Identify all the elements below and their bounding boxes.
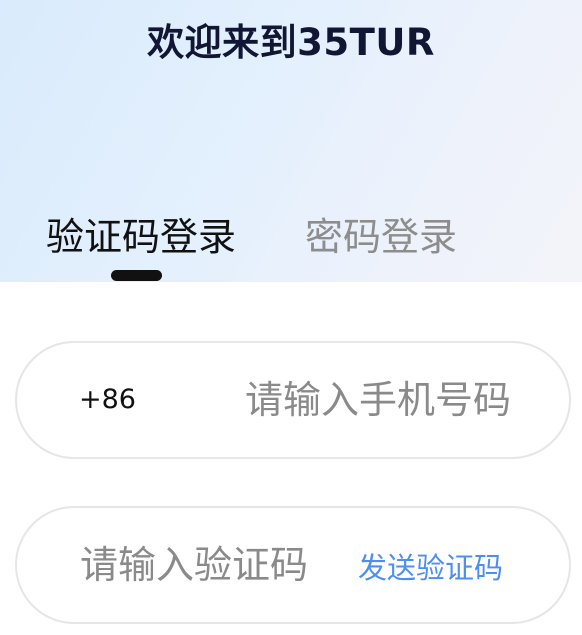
tab-sms-login[interactable]: 验证码登录	[46, 213, 236, 261]
active-tab-indicator	[111, 270, 162, 281]
phone-input[interactable]	[245, 371, 509, 429]
send-code-button[interactable]: 发送验证码	[358, 550, 503, 586]
login-page: 欢迎来到35TUR 验证码登录 密码登录 +86 发送验证码	[0, 0, 582, 635]
hero-banner: 欢迎来到35TUR 验证码登录 密码登录	[0, 0, 582, 282]
phone-field: +86	[15, 341, 571, 459]
verification-code-input[interactable]	[80, 536, 350, 594]
welcome-title: 欢迎来到35TUR	[147, 21, 435, 64]
country-code-selector[interactable]: +86	[79, 383, 136, 417]
tab-password-login[interactable]: 密码登录	[305, 213, 457, 261]
verification-code-field: 发送验证码	[15, 506, 571, 624]
